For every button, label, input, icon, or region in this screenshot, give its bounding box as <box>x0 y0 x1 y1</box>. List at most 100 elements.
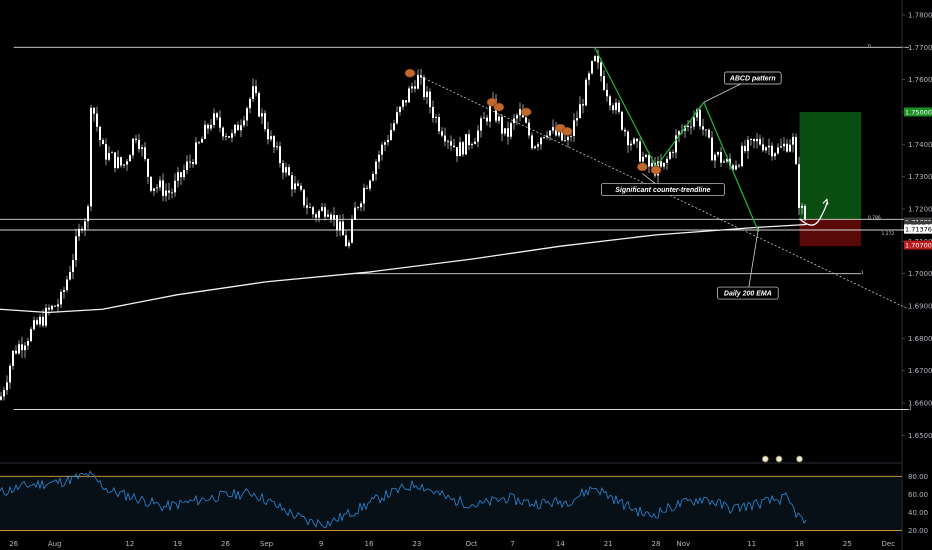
time-tick-0: 26 <box>9 540 18 548</box>
candle-body <box>207 124 209 129</box>
candle-body <box>486 117 488 122</box>
candle-body <box>288 167 290 176</box>
candle-body <box>597 56 599 63</box>
candle-body <box>603 76 605 90</box>
candle-body <box>483 117 485 119</box>
candle-body <box>537 144 539 147</box>
candle-body <box>624 129 626 132</box>
touch-marker-5 <box>561 127 573 136</box>
candle-body <box>246 108 248 121</box>
candle-body <box>150 176 152 191</box>
price-tag-3: 1.71376 <box>905 226 932 234</box>
candle-body <box>774 153 776 157</box>
candle-body <box>405 100 407 103</box>
candle-body <box>750 138 752 140</box>
candle-body <box>573 120 575 136</box>
candle-body <box>144 147 146 160</box>
candle-body <box>219 117 221 128</box>
candle-body <box>255 86 257 94</box>
candle-body <box>399 106 401 113</box>
candle-body <box>90 107 92 207</box>
candle-body <box>381 144 383 155</box>
rsi-tick-2: 40.00 <box>908 509 928 517</box>
candle-body <box>786 143 788 152</box>
stop-zone <box>799 219 861 247</box>
candle-body <box>279 146 281 164</box>
candle-body <box>306 205 308 208</box>
candle-body <box>384 142 386 145</box>
annotation-pointer-2 <box>747 227 759 294</box>
candle-body <box>621 111 623 130</box>
candle-body <box>453 145 455 148</box>
touch-marker-3 <box>520 107 532 117</box>
candle-body <box>438 117 440 132</box>
event-icon-2 <box>796 455 803 463</box>
candle-body <box>264 113 266 130</box>
candle-body <box>195 142 197 165</box>
candle-body <box>540 137 542 145</box>
candle-body <box>315 214 317 218</box>
candle-body <box>417 75 419 89</box>
event-icon-1 <box>775 455 783 463</box>
time-tick-16: 18 <box>795 540 804 548</box>
candle-body <box>345 235 347 247</box>
candle-body <box>357 207 359 208</box>
candle-body <box>168 190 170 193</box>
level-label-2: 1.272 <box>882 231 895 237</box>
candle-body <box>690 126 692 128</box>
level-label-3: 1 <box>861 270 864 276</box>
candle-body <box>498 116 500 121</box>
candle-body <box>330 214 332 220</box>
candle-body <box>519 109 521 116</box>
candle-body <box>570 135 572 137</box>
candle-body <box>192 162 194 165</box>
candle-body <box>138 140 140 149</box>
candle-body <box>435 117 437 118</box>
candle-body <box>252 86 254 99</box>
candle-body <box>663 162 665 167</box>
candle-body <box>276 146 278 148</box>
event-icon-0 <box>761 455 769 463</box>
candle-body <box>441 131 443 136</box>
candle-body <box>213 113 215 125</box>
candle-body <box>354 207 356 220</box>
candle-body <box>135 138 137 141</box>
candle-body <box>606 89 608 97</box>
candle-body <box>84 221 86 231</box>
price-tick-9: 1.69000 <box>908 303 932 311</box>
candle-body <box>66 279 68 291</box>
price-chart[interactable]: 0 0.786 1.272 11 ABCD pattern Significant cou… <box>0 0 932 550</box>
candle-body <box>747 139 749 152</box>
candle-body <box>756 138 758 142</box>
candle-body <box>351 219 353 243</box>
price-tag-4: 1.70700 <box>905 242 932 250</box>
candle-body <box>30 329 32 341</box>
level-label-1: 0.786 <box>868 215 881 221</box>
candle-body <box>429 91 431 107</box>
candle-body <box>222 127 224 137</box>
time-tick-15: 11 <box>747 540 756 548</box>
candle-body <box>708 129 710 138</box>
candle-body <box>120 157 122 166</box>
candle-body <box>243 120 245 126</box>
candle-body <box>123 164 125 166</box>
candle-body <box>258 93 260 117</box>
candle-body <box>318 210 320 218</box>
candle-body <box>474 141 476 145</box>
candle-body <box>510 123 512 137</box>
candle-body <box>651 162 653 167</box>
candle-body <box>375 161 377 175</box>
candle-body <box>189 161 191 163</box>
time-tick-12: 21 <box>604 540 613 548</box>
candle-body <box>69 272 71 280</box>
candle-body <box>294 183 296 190</box>
rsi-tick-0: 80.00 <box>908 473 928 481</box>
time-tick-8: 23 <box>412 540 421 548</box>
candle-body <box>198 142 200 144</box>
candle-body <box>240 125 242 131</box>
candle-body <box>369 180 371 189</box>
candle-body <box>588 73 590 80</box>
candle-body <box>456 147 458 157</box>
candle-body <box>465 134 467 155</box>
candle-body <box>105 144 107 160</box>
